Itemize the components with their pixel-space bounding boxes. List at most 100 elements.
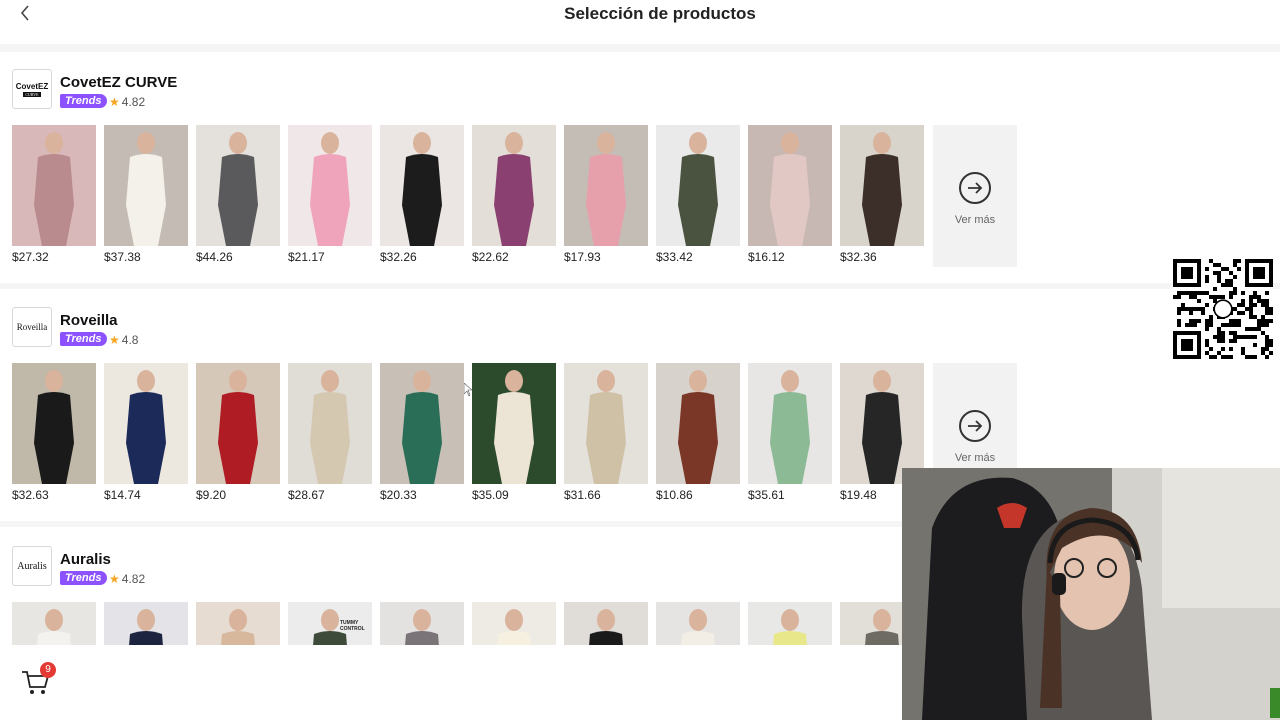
star-icon: ★ [109,572,120,586]
product-image [656,125,740,246]
rating-value: 4.82 [121,95,146,109]
product-card[interactable]: $35.09 [472,363,556,502]
store-rating: ★ 4.8 [109,333,138,347]
product-image [104,363,188,484]
product-image [840,363,924,484]
product-price: $22.62 [472,250,509,264]
product-price: $44.26 [196,250,233,264]
section-divider [0,44,1280,52]
product-card[interactable]: $28.67 [288,363,372,502]
product-card[interactable]: $33.42 [656,125,740,264]
product-card[interactable]: $32.36 [840,125,924,264]
store-logo-subtext: CURVE [23,91,41,97]
product-card[interactable]: $32.26 [380,125,464,264]
product-image [196,602,280,645]
product-price: $32.36 [840,250,877,264]
rating-value: 4.8 [121,333,139,347]
product-card[interactable] [656,602,740,645]
star-icon: ★ [109,333,120,347]
product-card[interactable] [104,602,188,645]
product-image [380,125,464,246]
product-card[interactable]: $22.62 [472,125,556,264]
product-price: $14.74 [104,488,141,502]
product-card[interactable]: $27.32 [12,125,96,264]
see-more-label: Ver más [954,214,996,226]
product-price: $20.33 [380,488,417,502]
product-price: $16.12 [748,250,785,264]
trends-badge: Trends [60,94,108,108]
product-card[interactable]: $16.12 [748,125,832,264]
see-more-button[interactable]: Ver más [933,125,1017,267]
page-title: Selección de productos [564,4,756,23]
qr-code [1173,259,1273,359]
product-card[interactable] [196,602,280,645]
product-card[interactable]: $44.26 [196,125,280,264]
product-image [564,363,648,484]
product-image [288,363,372,484]
product-price: $27.32 [12,250,49,264]
product-price: $32.63 [12,488,49,502]
product-image [288,125,372,246]
product-card[interactable]: $20.33 [380,363,464,502]
product-price: $21.17 [288,250,325,264]
product-image [12,602,96,645]
product-price: $9.20 [196,488,227,502]
product-image [472,125,556,246]
mouse-cursor-icon [464,383,472,397]
product-card[interactable]: $32.63 [12,363,96,502]
product-card[interactable]: TUMMY CONTROL [288,602,372,645]
product-price: $35.09 [472,488,509,502]
product-card[interactable]: $21.17 [288,125,372,264]
store-name[interactable]: Auralis [60,551,111,568]
product-image [12,125,96,246]
product-price: $35.61 [748,488,785,502]
webcam-overlay [902,468,1280,720]
arrow-right-icon [959,172,991,204]
cart-count-badge: 9 [40,662,56,678]
product-price: $37.38 [104,250,141,264]
product-image [748,125,832,246]
store-rating: ★ 4.82 [109,572,145,586]
store-logo-text: Roveilla [16,322,48,332]
product-card[interactable] [472,602,556,645]
product-card[interactable]: $37.38 [104,125,188,264]
product-image [12,363,96,484]
product-card[interactable] [748,602,832,645]
top-bar: Selección de productos [0,0,1280,40]
product-price: $33.42 [656,250,693,264]
store-rating: ★ 4.82 [109,95,145,109]
store-logo[interactable]: Auralis [12,546,52,586]
product-card[interactable] [12,602,96,645]
product-card[interactable] [380,602,464,645]
store-name[interactable]: CovetEZ CURVE [60,74,177,91]
product-price: $32.26 [380,250,417,264]
product-image [196,363,280,484]
product-card[interactable]: $14.74 [104,363,188,502]
product-card[interactable]: $31.66 [564,363,648,502]
product-price: $31.66 [564,488,601,502]
product-image [748,363,832,484]
rating-value: 4.82 [121,572,146,586]
product-image [472,363,556,484]
store-name[interactable]: Roveilla [60,312,118,329]
store-logo[interactable]: Roveilla [12,307,52,347]
product-card[interactable]: $10.86 [656,363,740,502]
trends-badge: Trends [60,332,108,346]
product-selection-page: Selección de productos CovetEZ CURVE Cov… [0,0,1280,720]
product-image [656,363,740,484]
product-card[interactable] [564,602,648,645]
product-image [656,602,740,645]
product-price: $10.86 [656,488,693,502]
store-section-coveteZ: CovetEZ CURVE CovetEZ CURVE Trends ★ 4.82… [0,52,1280,278]
product-card[interactable]: $9.20 [196,363,280,502]
product-card[interactable]: $17.93 [564,125,648,264]
product-image [840,125,924,246]
product-image [472,602,556,645]
store-logo[interactable]: CovetEZ CURVE [12,69,52,109]
product-image [104,602,188,645]
product-card[interactable]: $35.61 [748,363,832,502]
trends-badge: Trends [60,571,108,585]
product-image [380,363,464,484]
store-logo-text: CovetEZ [15,81,49,91]
product-image-label: TUMMY CONTROL [340,620,365,632]
